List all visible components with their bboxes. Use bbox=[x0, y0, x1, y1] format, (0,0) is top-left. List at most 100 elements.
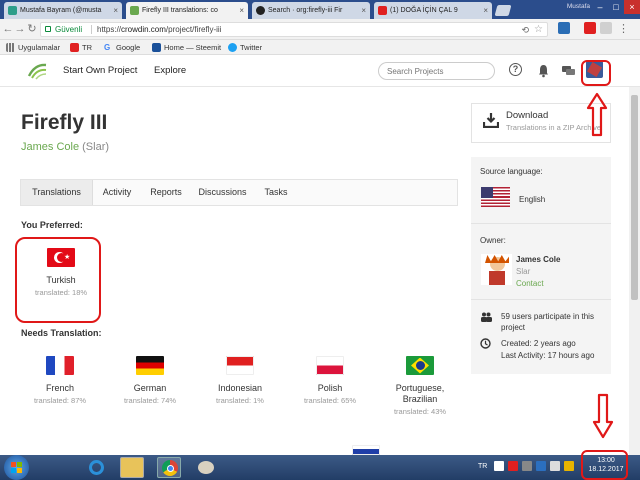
windows-taskbar: TR bbox=[0, 455, 640, 480]
extension-2-icon[interactable] bbox=[600, 22, 612, 34]
needs-translation-heading: Needs Translation: bbox=[21, 328, 102, 338]
tab-tasks[interactable]: Tasks bbox=[254, 180, 298, 205]
annotation-box-clock bbox=[581, 450, 628, 480]
project-owner-link[interactable]: James Cole bbox=[21, 141, 79, 153]
youtube-favicon-icon bbox=[378, 6, 387, 15]
project-title: Firefly III bbox=[21, 111, 108, 134]
source-language-heading: Source language: bbox=[480, 167, 543, 176]
notifications-bell-icon[interactable] bbox=[536, 63, 551, 78]
close-tab-icon[interactable]: × bbox=[239, 2, 244, 19]
browser-tab-title: (1) DOĞA İÇİN ÇAL 9 bbox=[390, 7, 458, 14]
bookmark-label: Twitter bbox=[240, 43, 263, 52]
reload-button[interactable]: ↻ bbox=[26, 23, 38, 35]
new-tab-button[interactable] bbox=[494, 5, 512, 16]
close-tab-icon[interactable]: × bbox=[113, 2, 118, 19]
search-projects-input[interactable] bbox=[378, 62, 495, 80]
site-header: Start Own Project Explore ? bbox=[0, 56, 640, 87]
crowdin-logo-icon[interactable] bbox=[27, 62, 47, 80]
maximize-button[interactable]: □ bbox=[608, 0, 624, 14]
language-name: German bbox=[133, 383, 167, 393]
apps-grid-icon bbox=[6, 43, 15, 52]
bookmark-google[interactable]: G Google bbox=[104, 42, 140, 53]
chrome-icon[interactable] bbox=[157, 457, 181, 478]
bookmark-twitter[interactable]: Twitter bbox=[228, 42, 262, 53]
nav-start-own-project[interactable]: Start Own Project bbox=[63, 65, 137, 76]
germany-flag-icon bbox=[136, 356, 164, 375]
bookmark-star-icon[interactable]: ☆ bbox=[534, 23, 543, 36]
close-tab-icon[interactable]: × bbox=[361, 2, 366, 19]
forward-button[interactable]: → bbox=[14, 23, 26, 35]
minimize-button[interactable]: – bbox=[592, 0, 608, 14]
lock-icon bbox=[45, 26, 51, 32]
page-scrollbar[interactable] bbox=[629, 87, 640, 455]
twitter-icon bbox=[228, 43, 237, 52]
network-icon[interactable] bbox=[536, 461, 546, 471]
back-button[interactable]: ← bbox=[2, 23, 14, 35]
language-name: French bbox=[45, 383, 74, 393]
language-card-indonesian[interactable]: Indonesian translated: 1% bbox=[200, 356, 280, 405]
poland-flag-icon bbox=[316, 356, 344, 375]
language-progress: translated: 65% bbox=[303, 396, 357, 405]
file-explorer-icon[interactable] bbox=[120, 457, 144, 478]
tray-icon[interactable] bbox=[494, 461, 504, 471]
owner-name[interactable]: James Cole bbox=[516, 254, 560, 265]
translate-icon[interactable]: ⟲ bbox=[521, 24, 529, 37]
language-name: Portuguese, Brazilian bbox=[380, 383, 460, 405]
browser-tab-youtube[interactable]: (1) DOĞA İÇİN ÇAL 9 × bbox=[374, 2, 492, 19]
tray-icon[interactable] bbox=[522, 461, 532, 471]
browser-tab-crowdin[interactable]: Firefly III translations: co × bbox=[126, 2, 248, 19]
tab-translations[interactable]: Translations bbox=[21, 180, 93, 205]
extension-icon[interactable] bbox=[558, 22, 570, 34]
preferred-heading: You Preferred: bbox=[21, 220, 83, 230]
url-input[interactable]: Güvenli https://crowdin.com/project/fire… bbox=[40, 22, 548, 37]
bookmark-label: Google bbox=[116, 43, 141, 52]
close-window-button[interactable]: × bbox=[624, 0, 640, 14]
owner-avatar[interactable] bbox=[481, 254, 512, 285]
language-progress: translated: 1% bbox=[216, 396, 264, 405]
volume-icon[interactable] bbox=[550, 461, 560, 471]
participants-text: 59 users participate in this project bbox=[501, 312, 594, 332]
scrollbar-thumb[interactable] bbox=[631, 95, 638, 300]
browser-tab-title: Firefly III translations: co bbox=[142, 7, 218, 14]
browser-tab-github[interactable]: Search · org:firefly-iii Fir × bbox=[252, 2, 370, 19]
brazil-flag-icon bbox=[406, 356, 434, 375]
language-card-french[interactable]: French translated: 87% bbox=[20, 356, 100, 405]
bookmark-apps[interactable]: Uygulamalar bbox=[6, 42, 60, 53]
annotation-arrow-up-icon bbox=[586, 92, 608, 137]
clock-icon bbox=[480, 338, 491, 349]
language-indicator[interactable]: TR bbox=[478, 463, 487, 470]
tab-activity[interactable]: Activity bbox=[93, 180, 141, 205]
annotation-box-turkish bbox=[15, 237, 101, 323]
annotation-arrow-down-icon bbox=[592, 393, 614, 439]
crowdin-favicon-icon bbox=[130, 6, 139, 15]
tab-reports[interactable]: Reports bbox=[141, 180, 191, 205]
language-card-german[interactable]: German translated: 74% bbox=[110, 356, 190, 405]
paint-icon[interactable] bbox=[194, 457, 218, 478]
project-owner-line: James Cole (Slar) bbox=[21, 141, 109, 153]
browser-tab-title: Mustafa Bayram (@musta bbox=[20, 7, 102, 14]
tab-discussions[interactable]: Discussions bbox=[191, 180, 254, 205]
nav-explore[interactable]: Explore bbox=[154, 65, 186, 76]
language-card-polish[interactable]: Polish translated: 65% bbox=[290, 356, 370, 405]
bookmark-steemit[interactable]: Home — Steemit bbox=[152, 42, 221, 53]
messages-icon[interactable] bbox=[561, 63, 576, 78]
internet-explorer-icon[interactable] bbox=[84, 457, 108, 478]
language-card-portuguese-brazilian[interactable]: Portuguese, Brazilian translated: 43% bbox=[380, 356, 460, 416]
close-tab-icon[interactable]: × bbox=[483, 2, 488, 19]
browser-tab-steemit[interactable]: Mustafa Bayram (@musta × bbox=[4, 2, 122, 19]
omnibox-divider bbox=[91, 25, 92, 34]
tray-icon[interactable] bbox=[564, 461, 574, 471]
youtube-extension-icon[interactable] bbox=[584, 22, 596, 34]
browser-tab-title: Search · org:firefly-iii Fir bbox=[268, 7, 343, 14]
owner-contact-link[interactable]: Contact bbox=[516, 278, 544, 289]
tray-icon[interactable] bbox=[508, 461, 518, 471]
start-button[interactable] bbox=[4, 455, 29, 480]
bookmark-tr[interactable]: TR bbox=[70, 42, 92, 53]
browser-menu-icon[interactable]: ⋮ bbox=[618, 22, 629, 35]
help-icon[interactable]: ? bbox=[509, 63, 522, 76]
language-progress: translated: 43% bbox=[393, 407, 447, 416]
url-path: /project/firefly-iii bbox=[165, 25, 222, 34]
download-title: Download bbox=[506, 110, 549, 121]
url-host: crowdin.com bbox=[121, 25, 166, 34]
language-progress: translated: 74% bbox=[123, 396, 177, 405]
